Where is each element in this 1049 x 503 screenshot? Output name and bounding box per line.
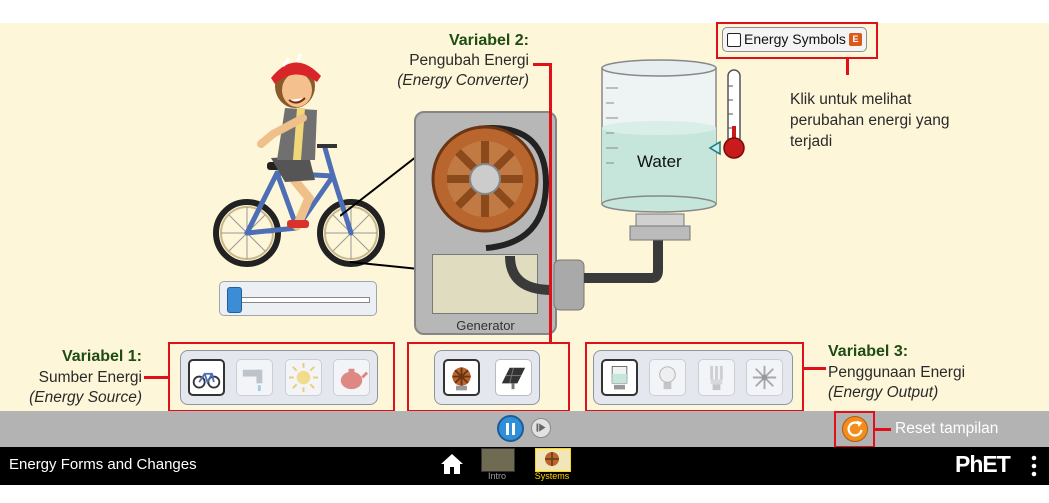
reset-icon — [847, 420, 863, 437]
screen-intro-button[interactable]: Intro — [480, 447, 515, 483]
variable3-pointer — [802, 367, 826, 370]
reset-pointer — [875, 428, 891, 431]
checkbox-square[interactable] — [727, 33, 741, 47]
generator-wheel-icon — [452, 367, 471, 391]
fluorescent-bulb-output-button[interactable] — [698, 359, 735, 396]
phet-menu-icon[interactable] — [1029, 454, 1039, 478]
fan-icon — [752, 365, 777, 390]
home-icon[interactable] — [440, 453, 464, 475]
beaker-output-button[interactable] — [601, 359, 638, 396]
fan-output-button[interactable] — [746, 359, 783, 396]
screen-systems-label: Systems — [534, 471, 570, 481]
slider-thumb[interactable] — [226, 287, 242, 313]
bicycle-icon — [192, 372, 221, 389]
energy-symbols-checkbox[interactable]: Energy Symbols E — [722, 27, 867, 52]
energy-output-panel — [593, 350, 793, 405]
energy-symbols-key-badge: E — [849, 33, 862, 46]
sun-icon — [288, 362, 319, 393]
variable2-name: Pengubah Energi — [409, 52, 529, 69]
hint-line-3: terjadi — [790, 133, 833, 150]
faucet-icon — [242, 369, 263, 392]
hint-line-1: Klik untuk melihat — [790, 91, 912, 108]
water-label: Water — [637, 152, 682, 171]
variable3-english: (Energy Output) — [828, 384, 939, 401]
hint-line-2: perubahan energi yang — [790, 112, 950, 129]
screen-intro-label: Intro — [487, 471, 506, 481]
solar-panel-converter-button[interactable] — [495, 359, 532, 396]
generator-label: Generator — [456, 318, 515, 333]
step-forward-icon — [536, 423, 546, 432]
slider-track — [230, 297, 370, 303]
energy-symbols-label: Energy Symbols — [744, 31, 846, 47]
light-bulb-icon — [659, 366, 676, 390]
time-control-bar — [0, 411, 1049, 447]
pause-icon — [506, 423, 516, 435]
solar-panel-icon — [501, 367, 526, 390]
teapot-icon — [340, 368, 369, 390]
teapot-source-button[interactable] — [333, 359, 370, 396]
systems-thumbnail-icon — [545, 452, 559, 466]
variable3-title: Variabel 3: — [828, 343, 909, 360]
energy-symbols-pointer — [846, 59, 849, 75]
thermometer-icon — [708, 69, 745, 159]
variable1-title: Variabel 1: — [61, 348, 142, 365]
app-title: Energy Forms and Changes — [9, 456, 197, 473]
play-pause-button[interactable] — [497, 415, 524, 442]
step-forward-button[interactable] — [531, 418, 551, 438]
beaker-heater-icon — [611, 366, 628, 390]
fluorescent-bulb-icon — [710, 365, 723, 391]
energy-source-panel — [180, 350, 378, 405]
generator-converter-button[interactable] — [443, 359, 480, 396]
variable3-name: Penggunaan Energi — [828, 364, 966, 381]
variable2-title: Variabel 2: — [448, 32, 529, 49]
intro-thumbnail — [481, 448, 515, 472]
incandescent-bulb-output-button[interactable] — [649, 359, 686, 396]
variable2-english: (Energy Converter) — [397, 72, 529, 89]
reset-all-button[interactable] — [842, 416, 868, 442]
phet-logo[interactable]: PhET — [955, 451, 1011, 478]
faucet-source-button[interactable] — [236, 359, 273, 396]
variable1-pointer — [144, 376, 169, 379]
energy-converter-panel — [434, 350, 540, 405]
variable1-english: (Energy Source) — [29, 389, 142, 406]
bottom-margin — [0, 485, 1049, 503]
pedal-speed-slider[interactable] — [219, 281, 377, 316]
sun-source-button[interactable] — [285, 359, 322, 396]
reset-label: Reset tampilan — [895, 420, 999, 437]
screen-systems-button[interactable]: Systems — [533, 447, 571, 483]
biker-source-button[interactable] — [188, 359, 225, 396]
variable2-pointer-v — [549, 63, 552, 343]
variable1-name: Sumber Energi — [38, 369, 142, 386]
